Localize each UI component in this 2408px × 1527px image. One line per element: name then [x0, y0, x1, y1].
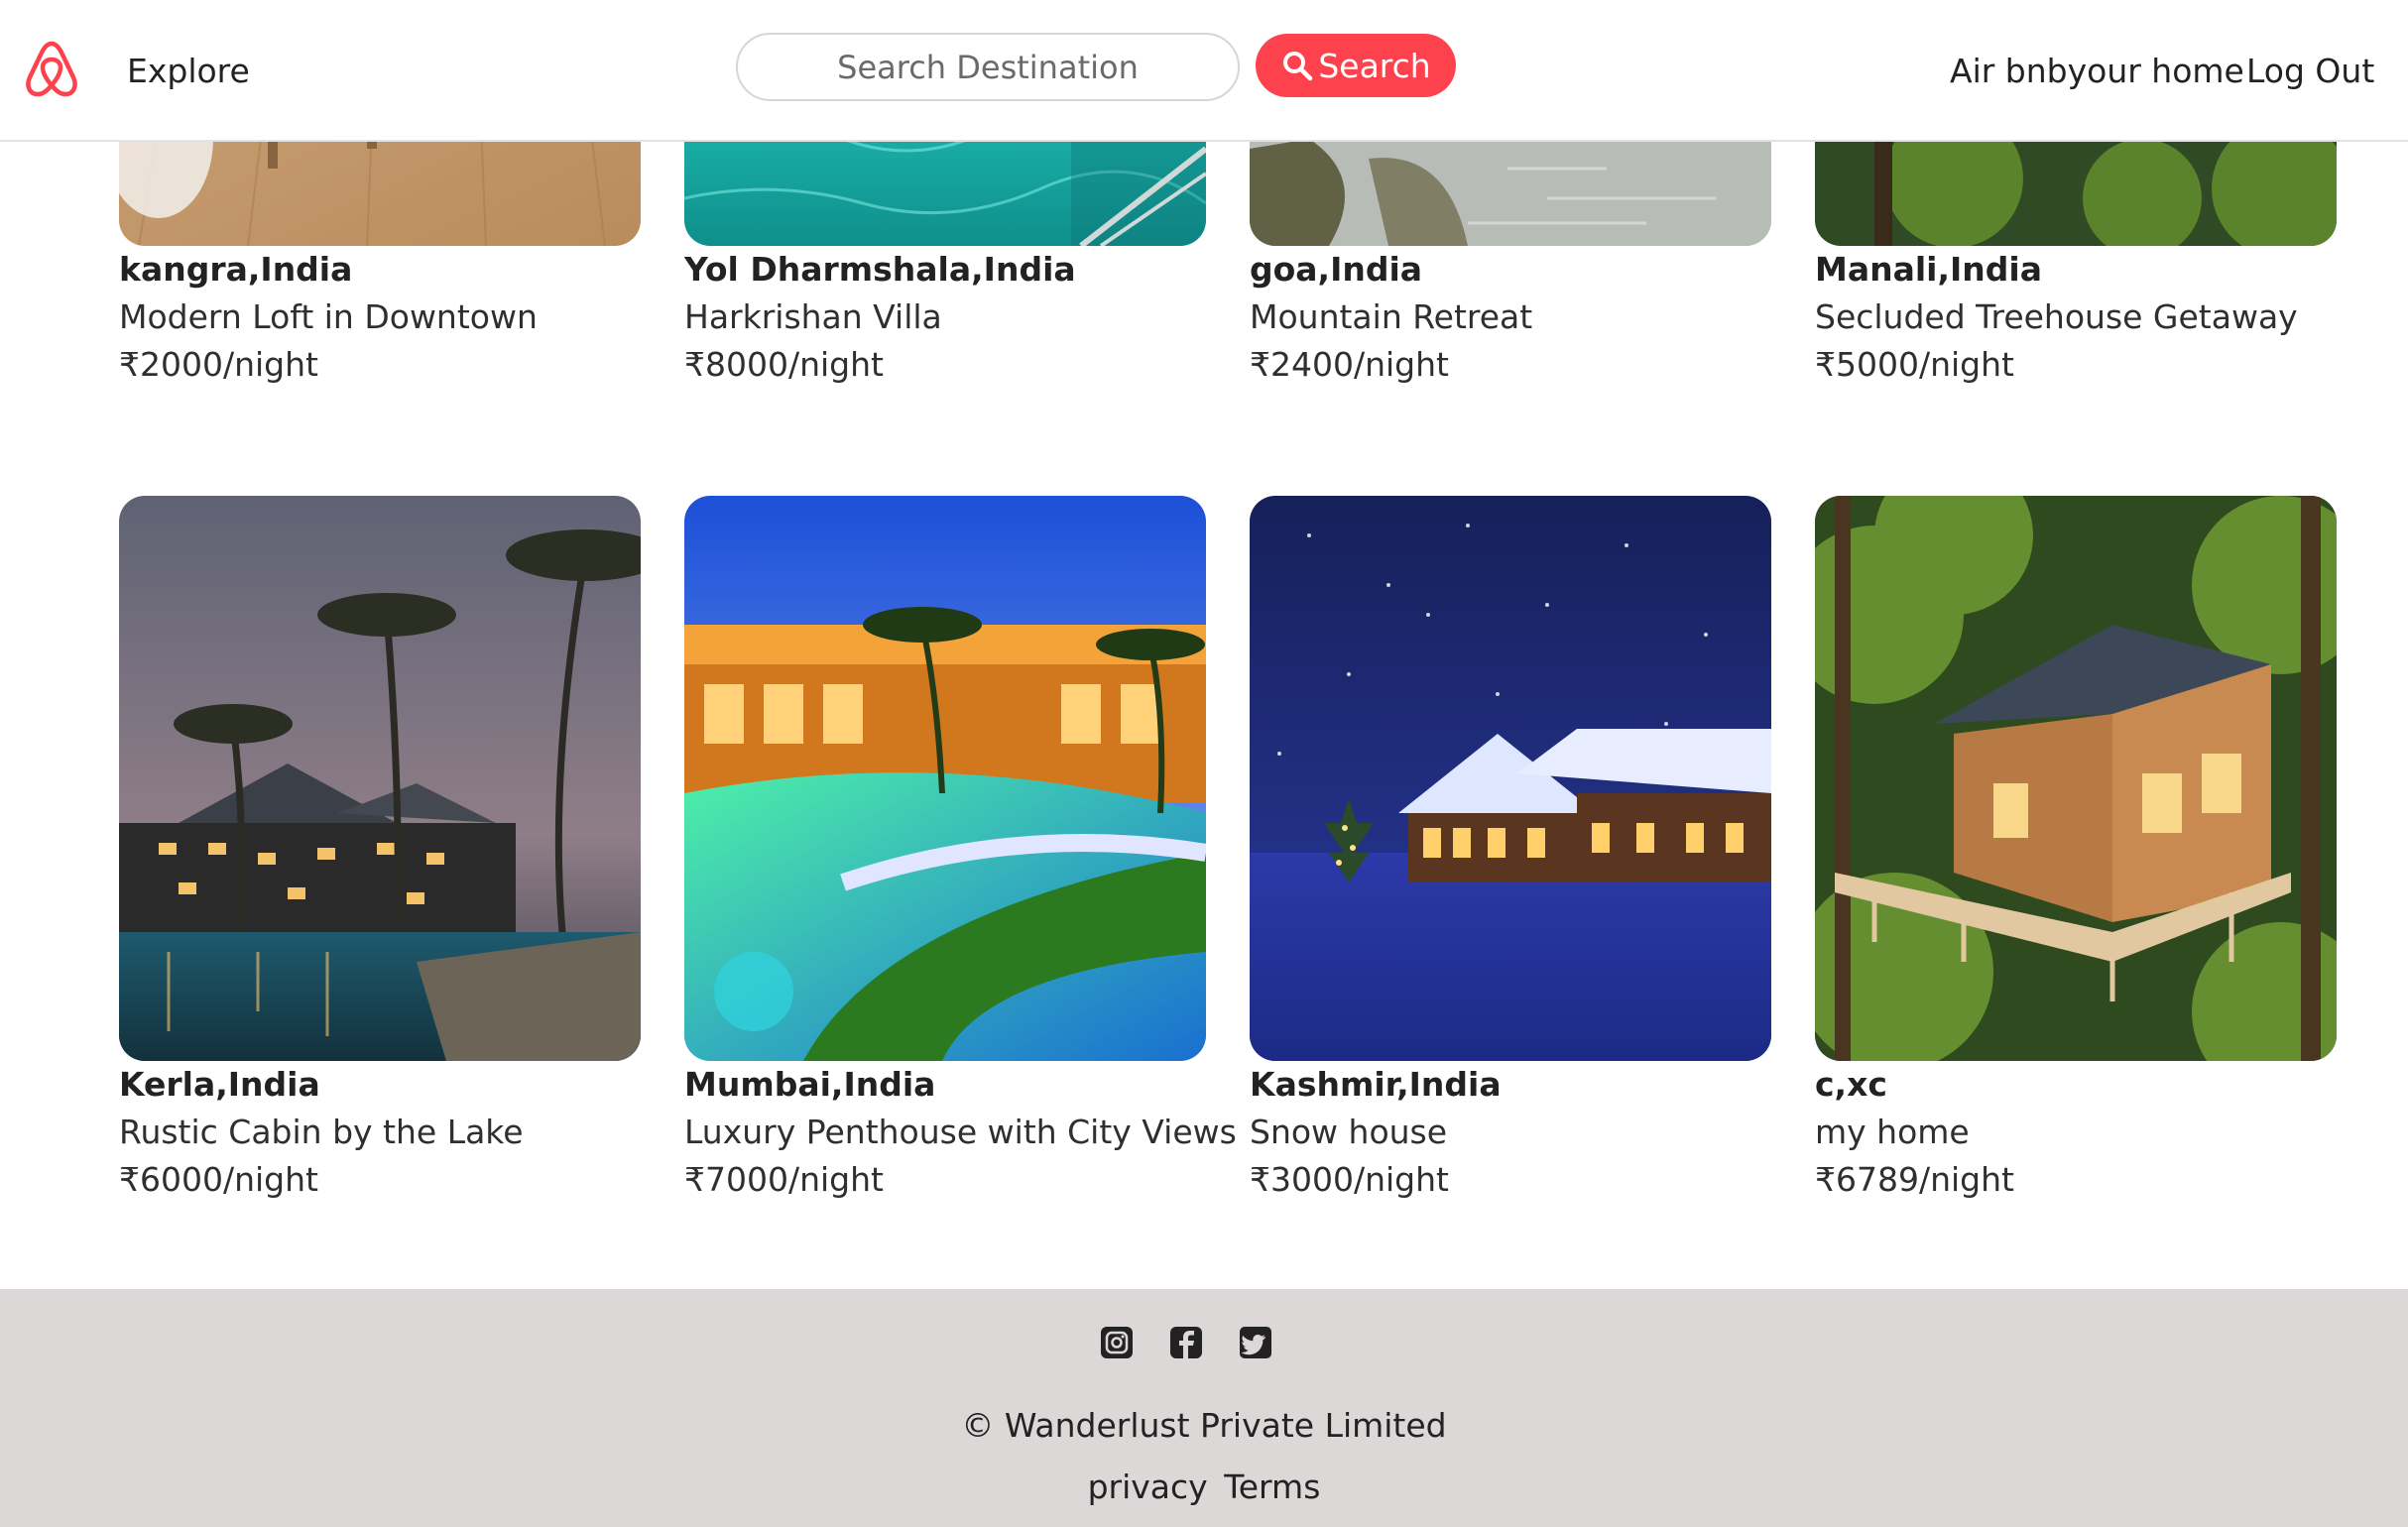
listing-title: Luxury Penthouse with City Views: [684, 1113, 1237, 1151]
listing-image[interactable]: [684, 496, 1206, 1061]
instagram-icon[interactable]: [1099, 1325, 1135, 1360]
facebook-icon[interactable]: [1168, 1325, 1204, 1360]
listing-price: ₹6000/night: [119, 1160, 318, 1199]
navbar: Explore Search Air bnbyour home Log Out: [0, 0, 2408, 142]
listing-price: ₹2000/night: [119, 345, 318, 384]
listing-title: Rustic Cabin by the Lake: [119, 1113, 524, 1151]
listing-location: Manali,India: [1815, 250, 2043, 289]
search-input[interactable]: [736, 33, 1240, 101]
search-button-label: Search: [1318, 46, 1431, 85]
listing-title: Secluded Treehouse Getaway: [1815, 297, 2298, 336]
listing-price: ₹5000/night: [1815, 345, 2014, 384]
privacy-link[interactable]: privacy: [1088, 1468, 1208, 1506]
listing-image[interactable]: [119, 496, 641, 1061]
listing-card[interactable]: Kerla,India Rustic Cabin by the Lake ₹60…: [119, 496, 641, 1210]
listing-title: Mountain Retreat: [1250, 297, 1533, 336]
magnifier-icon: [1280, 49, 1314, 82]
listing-location: Yol Dharmshala,India: [684, 250, 1076, 289]
nav-explore-link[interactable]: Explore: [127, 52, 250, 90]
listing-location: Kerla,India: [119, 1065, 320, 1104]
search-button[interactable]: Search: [1256, 34, 1456, 97]
nav-host-link[interactable]: Air bnbyour home: [1950, 52, 2244, 90]
listing-image[interactable]: [1815, 496, 2337, 1061]
listing-price: ₹6789/night: [1815, 1160, 2014, 1199]
listing-title: my home: [1815, 1113, 1970, 1151]
listing-card[interactable]: Mumbai,India Luxury Penthouse with City …: [684, 496, 1237, 1210]
listing-title: Snow house: [1250, 1113, 1448, 1151]
listing-title: Modern Loft in Downtown: [119, 297, 538, 336]
listing-location: Mumbai,India: [684, 1065, 936, 1104]
listing-price: ₹2400/night: [1250, 345, 1449, 384]
listing-location: goa,India: [1250, 250, 1423, 289]
footer-links: privacy Terms: [0, 1468, 2408, 1506]
footer: © Wanderlust Private Limited privacy Ter…: [0, 1289, 2408, 1527]
nav-logout-link[interactable]: Log Out: [2246, 52, 2374, 90]
listing-location: kangra,India: [119, 250, 353, 289]
social-links: [1099, 1325, 1273, 1360]
listing-price: ₹3000/night: [1250, 1160, 1449, 1199]
airbnb-logo-icon[interactable]: [22, 38, 81, 99]
listing-title: Harkrishan Villa: [684, 297, 942, 336]
terms-link[interactable]: Terms: [1224, 1468, 1320, 1506]
listing-location: c,xc: [1815, 1065, 1887, 1104]
listing-price: ₹7000/night: [684, 1160, 884, 1199]
copyright-text: © Wanderlust Private Limited: [961, 1406, 1447, 1445]
twitter-icon[interactable]: [1238, 1325, 1273, 1360]
listing-location: Kashmir,India: [1250, 1065, 1502, 1104]
listing-image[interactable]: [1250, 496, 1771, 1061]
listing-price: ₹8000/night: [684, 345, 884, 384]
listing-card[interactable]: c,xc my home ₹6789/night: [1815, 496, 2337, 1210]
listing-card[interactable]: Kashmir,India Snow house ₹3000/night: [1250, 496, 1771, 1210]
